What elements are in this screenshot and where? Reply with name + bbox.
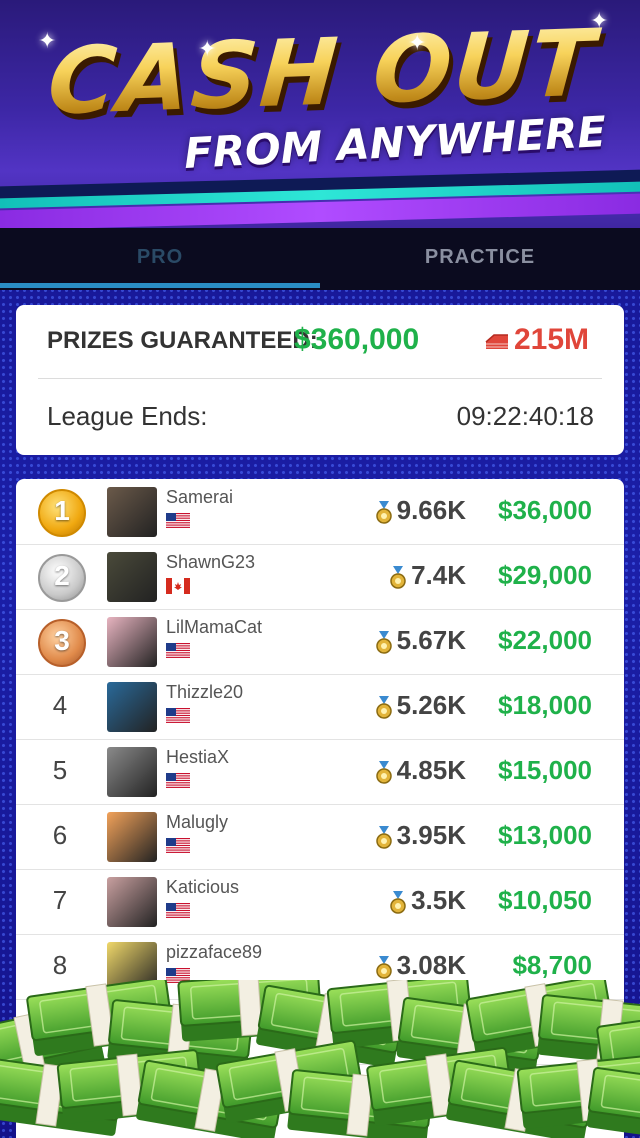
avatar[interactable] — [107, 617, 157, 667]
player-name: Samerai — [166, 487, 234, 507]
player-name: HestiaX — [166, 747, 230, 767]
leaderboard-row[interactable]: 6 Malugly 3.95K $13,000 — [16, 804, 624, 870]
prize-amount: $29,000 — [498, 560, 592, 590]
us-flag-icon — [166, 513, 190, 529]
card-divider — [38, 378, 602, 379]
tab-practice[interactable]: PRACTICE — [320, 246, 640, 269]
player-score: 3.95K — [396, 820, 466, 850]
player-score: 3.5K — [411, 885, 466, 915]
leaderboard-row[interactable]: 4 Thizzle20 5.26K $18,000 — [16, 674, 624, 740]
prizes-guaranteed-amount: $360,000 — [294, 323, 420, 356]
gold-medal-icon: 1 — [38, 489, 86, 537]
player-score: 3.08K — [396, 950, 466, 980]
app-screen: CASH OUT CASH OUT FROM ANYWHERE ✦ ✦ ✦ ✦ … — [0, 0, 640, 1138]
player-name: Malugly — [166, 812, 229, 832]
chip-balance: 215M — [514, 323, 590, 356]
chip-stack-icon — [485, 334, 508, 349]
medal-score-icon — [375, 956, 392, 979]
league-countdown: 09:22:40:18 — [456, 401, 594, 431]
leaderboard-row[interactable]: 5 HestiaX 4.85K $15,000 — [16, 739, 624, 805]
prize-amount: $36,000 — [498, 495, 592, 525]
prize-amount: $8,700 — [512, 950, 592, 980]
medal-score-icon — [375, 631, 392, 654]
avatar[interactable] — [107, 682, 157, 732]
rank-number: 2 — [54, 560, 70, 591]
leaderboard-row[interactable]: 3 LilMamaCat 5.67K $22,000 — [16, 609, 624, 675]
prize-amount: $10,050 — [498, 885, 592, 915]
league-ends-label: League Ends: — [47, 401, 208, 431]
prize-amount: $18,000 — [498, 690, 592, 720]
rank-number: 8 — [52, 950, 68, 980]
active-tab-indicator — [0, 283, 320, 288]
sparkle-icon: ✦ — [198, 36, 217, 61]
medal-score-icon — [390, 891, 406, 914]
cash-stack — [586, 1067, 640, 1138]
us-flag-icon — [166, 773, 190, 789]
sparkle-icon: ✦ — [38, 28, 57, 53]
prize-amount: $13,000 — [498, 820, 592, 850]
player-name: pizzaface89 — [166, 942, 263, 962]
us-flag-icon — [166, 838, 190, 854]
mode-tabs: PRO PRACTICE — [0, 228, 640, 290]
prizes-guaranteed-label: PRIZES GUARANTEED: — [47, 327, 318, 354]
promo-banner: CASH OUT CASH OUT FROM ANYWHERE ✦ ✦ ✦ ✦ — [0, 0, 640, 245]
player-score: 9.66K — [396, 495, 466, 525]
avatar[interactable] — [107, 552, 157, 602]
avatar[interactable] — [107, 812, 157, 862]
medal-score-icon — [375, 826, 392, 849]
us-flag-icon — [166, 903, 190, 919]
player-name: Thizzle20 — [166, 682, 244, 702]
medal-score-icon — [390, 566, 406, 589]
medal-score-icon — [375, 696, 392, 719]
leaderboard-row[interactable]: 2 ShawnG23 7.4K $29,000 — [16, 544, 624, 610]
us-flag-icon — [166, 708, 190, 724]
player-score: 5.26K — [396, 690, 466, 720]
bronze-medal-icon: 3 — [38, 619, 86, 667]
rank-number: 6 — [52, 820, 68, 850]
prize-amount: $15,000 — [498, 755, 592, 785]
leaderboard-row[interactable]: 1 Samerai 9.66K $36,000 — [16, 479, 624, 545]
tab-pro[interactable]: PRO — [0, 246, 320, 269]
medal-score-icon — [375, 501, 392, 524]
avatar[interactable] — [107, 487, 157, 537]
leaderboard-row[interactable]: 7 Katicious 3.5K $10,050 — [16, 869, 624, 935]
medal-score-icon — [375, 761, 392, 784]
silver-medal-icon: 2 — [38, 554, 86, 602]
player-name: Katicious — [166, 877, 240, 897]
sparkle-icon: ✦ — [408, 30, 427, 55]
player-name: LilMamaCat — [166, 617, 263, 637]
prize-amount: $22,000 — [498, 625, 592, 655]
player-score: 4.85K — [396, 755, 466, 785]
rank-number: 5 — [52, 755, 68, 785]
player-name: ShawnG23 — [166, 552, 256, 572]
rank-number: 7 — [52, 885, 68, 915]
player-score: 7.4K — [411, 560, 466, 590]
sparkle-icon: ✦ — [590, 8, 609, 33]
player-score: 5.67K — [396, 625, 466, 655]
us-flag-icon — [166, 643, 190, 659]
rank-number: 1 — [54, 495, 70, 526]
money-pile-illustration — [0, 980, 640, 1138]
canada-flag-icon — [166, 578, 190, 594]
avatar[interactable] — [107, 877, 157, 927]
avatar[interactable] — [107, 747, 157, 797]
prize-summary-card: PRIZES GUARANTEED: $360,000 215M League … — [16, 305, 624, 455]
rank-number: 3 — [54, 625, 70, 656]
rank-number: 4 — [52, 690, 68, 720]
